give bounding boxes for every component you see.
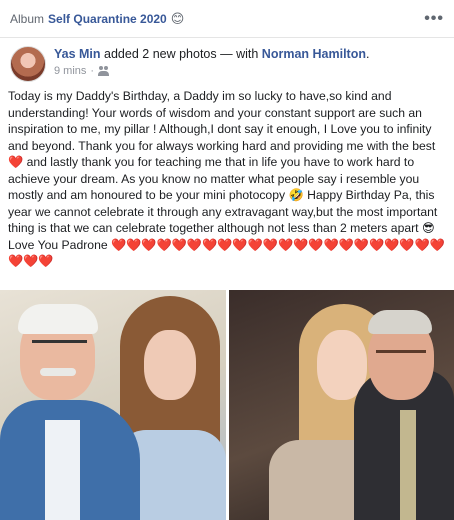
meta-separator: ·: [90, 65, 95, 77]
rofl-emoji-icon: 🤣: [288, 188, 304, 202]
tagged-user[interactable]: Norman Hamilton: [262, 47, 366, 61]
photo-grid: [0, 290, 454, 520]
album-label: Album: [10, 11, 45, 26]
photo-shape: [45, 420, 80, 520]
header-text: Yas Min added 2 new photos — with Norman…: [54, 46, 369, 77]
avatar[interactable]: [10, 46, 46, 82]
sunglasses-emoji-icon: 😎: [421, 221, 435, 235]
photo-shape: [32, 340, 87, 350]
timestamp[interactable]: 9 mins: [54, 65, 86, 77]
photo-shape: [18, 304, 98, 334]
more-options-icon[interactable]: •••: [424, 10, 444, 28]
message-part-4: Love You Padrone: [8, 237, 108, 252]
photo-shape: [40, 368, 76, 376]
author-name[interactable]: Yas Min: [54, 47, 101, 61]
album-bar: Album Self Quarantine 2020 😊 •••: [0, 0, 454, 38]
post-header: Yas Min added 2 new photos — with Norman…: [0, 38, 454, 84]
photo-right[interactable]: [228, 290, 454, 520]
post-action-text: added 2 new photos — with: [104, 47, 259, 61]
heart-emoji-icon: ❤️: [8, 155, 24, 169]
author-line: Yas Min added 2 new photos — with Norman…: [54, 47, 369, 61]
message-part-1: Today is my Daddy's Birthday, a Daddy im…: [8, 89, 436, 153]
smile-emoji-icon: 😊: [170, 10, 185, 26]
post-message: Today is my Daddy's Birthday, a Daddy im…: [0, 84, 454, 284]
photo-shape: [143, 330, 196, 400]
photo-shape: [376, 350, 426, 358]
album-link[interactable]: Self Quarantine 2020: [48, 12, 167, 26]
post-card: Album Self Quarantine 2020 😊 ••• Yas Min…: [0, 0, 454, 520]
post-meta: 9 mins ·: [54, 65, 369, 77]
photo-left[interactable]: [0, 290, 226, 520]
photo-shape: [400, 410, 416, 520]
friends-icon[interactable]: [98, 66, 110, 76]
tagged-suffix: .: [365, 47, 370, 61]
photo-shape: [368, 310, 432, 334]
